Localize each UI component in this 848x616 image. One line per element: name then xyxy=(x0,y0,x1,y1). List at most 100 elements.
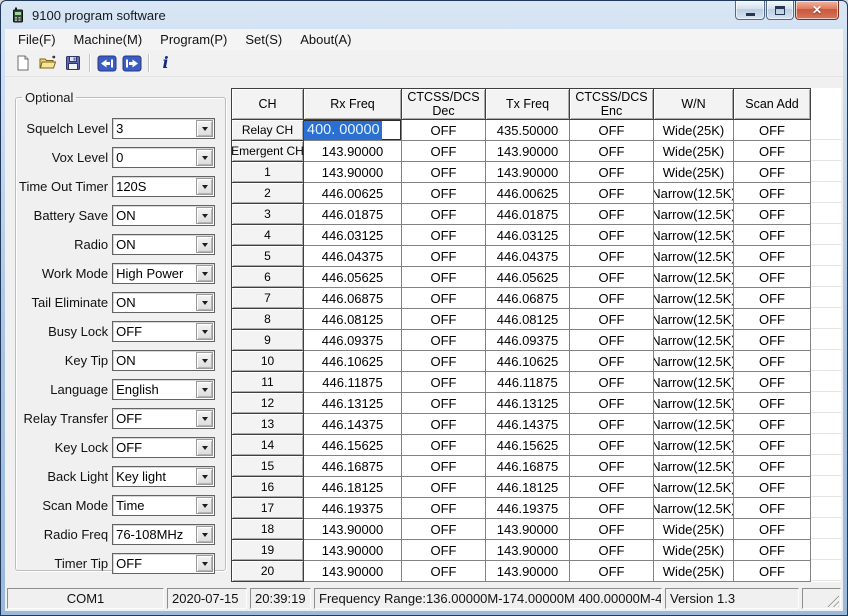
cell-wn[interactable]: Wide(25K) xyxy=(654,540,734,561)
row-header-15[interactable]: 15 xyxy=(232,456,304,477)
cell-scan[interactable]: OFF xyxy=(734,519,811,540)
combo-work-mode[interactable]: High Power xyxy=(112,263,215,284)
menu-item-machine-m[interactable]: Machine(M) xyxy=(65,30,152,49)
cell-dec[interactable]: OFF xyxy=(402,225,486,246)
cell-dec[interactable]: OFF xyxy=(402,246,486,267)
cell-wn[interactable]: Narrow(12.5K) xyxy=(654,414,734,435)
combo-back-light[interactable]: Key light xyxy=(112,466,215,487)
row-header-11[interactable]: 11 xyxy=(232,372,304,393)
cell-tx[interactable]: 446.13125 xyxy=(486,393,570,414)
cell-tx[interactable]: 446.05625 xyxy=(486,267,570,288)
new-file-button[interactable] xyxy=(10,52,35,75)
cell-tx[interactable]: 143.90000 xyxy=(486,561,570,582)
cell-wn[interactable]: Narrow(12.5K) xyxy=(654,246,734,267)
cell-rx[interactable]: 446.04375 xyxy=(304,246,402,267)
dropdown-arrow-icon[interactable] xyxy=(196,149,213,166)
menu-item-set-s[interactable]: Set(S) xyxy=(236,30,291,49)
title-bar[interactable]: 9100 program software ✕ xyxy=(1,1,847,29)
cell-enc[interactable]: OFF xyxy=(570,267,654,288)
dropdown-arrow-icon[interactable] xyxy=(196,265,213,282)
combo-scan-mode[interactable]: Time xyxy=(112,495,215,516)
cell-wn[interactable]: Narrow(12.5K) xyxy=(654,351,734,372)
cell-scan[interactable]: OFF xyxy=(734,351,811,372)
cell-wn[interactable]: Narrow(12.5K) xyxy=(654,309,734,330)
row-header-14[interactable]: 14 xyxy=(232,435,304,456)
cell-wn[interactable]: Narrow(12.5K) xyxy=(654,393,734,414)
row-header-19[interactable]: 19 xyxy=(232,540,304,561)
row-header-relay-ch[interactable]: Relay CH xyxy=(232,120,304,141)
cell-rx[interactable]: 400. 00000 xyxy=(304,120,402,141)
cell-rx[interactable]: 446.16875 xyxy=(304,456,402,477)
cell-rx[interactable]: 446.14375 xyxy=(304,414,402,435)
cell-tx[interactable]: 446.15625 xyxy=(486,435,570,456)
close-button[interactable]: ✕ xyxy=(795,1,839,20)
row-header-18[interactable]: 18 xyxy=(232,519,304,540)
cell-rx[interactable]: 143.90000 xyxy=(304,519,402,540)
cell-wn[interactable]: Narrow(12.5K) xyxy=(654,498,734,519)
cell-rx[interactable]: 446.08125 xyxy=(304,309,402,330)
cell-enc[interactable]: OFF xyxy=(570,393,654,414)
cell-scan[interactable]: OFF xyxy=(734,246,811,267)
cell-dec[interactable]: OFF xyxy=(402,120,486,141)
cell-tx[interactable]: 446.10625 xyxy=(486,351,570,372)
combo-timer-tip[interactable]: OFF xyxy=(112,553,215,574)
dropdown-arrow-icon[interactable] xyxy=(196,236,213,253)
cell-enc[interactable]: OFF xyxy=(570,330,654,351)
cell-scan[interactable]: OFF xyxy=(734,267,811,288)
combo-battery-save[interactable]: ON xyxy=(112,205,215,226)
cell-tx[interactable]: 446.16875 xyxy=(486,456,570,477)
row-header-16[interactable]: 16 xyxy=(232,477,304,498)
cell-scan[interactable]: OFF xyxy=(734,183,811,204)
cell-enc[interactable]: OFF xyxy=(570,456,654,477)
cell-dec[interactable]: OFF xyxy=(402,456,486,477)
cell-rx[interactable]: 446.06875 xyxy=(304,288,402,309)
cell-tx[interactable]: 446.09375 xyxy=(486,330,570,351)
cell-rx[interactable]: 143.90000 xyxy=(304,561,402,582)
cell-dec[interactable]: OFF xyxy=(402,330,486,351)
cell-dec[interactable]: OFF xyxy=(402,351,486,372)
cell-rx[interactable]: 143.90000 xyxy=(304,141,402,162)
cell-dec[interactable]: OFF xyxy=(402,498,486,519)
cell-scan[interactable]: OFF xyxy=(734,561,811,582)
cell-wn[interactable]: Wide(25K) xyxy=(654,519,734,540)
cell-rx[interactable]: 446.10625 xyxy=(304,351,402,372)
cell-rx[interactable]: 446.13125 xyxy=(304,393,402,414)
cell-tx[interactable]: 446.19375 xyxy=(486,498,570,519)
cell-wn[interactable]: Narrow(12.5K) xyxy=(654,435,734,456)
combo-time-out-timer[interactable]: 120S xyxy=(112,176,215,197)
cell-rx[interactable]: 446.09375 xyxy=(304,330,402,351)
cell-tx[interactable]: 446.01875 xyxy=(486,204,570,225)
cell-enc[interactable]: OFF xyxy=(570,351,654,372)
maximize-button[interactable] xyxy=(766,1,794,20)
cell-scan[interactable]: OFF xyxy=(734,456,811,477)
cell-rx[interactable]: 446.00625 xyxy=(304,183,402,204)
cell-tx[interactable]: 446.18125 xyxy=(486,477,570,498)
cell-scan[interactable]: OFF xyxy=(734,225,811,246)
dropdown-arrow-icon[interactable] xyxy=(196,497,213,514)
cell-enc[interactable]: OFF xyxy=(570,246,654,267)
cell-wn[interactable]: Narrow(12.5K) xyxy=(654,477,734,498)
cell-tx[interactable]: 143.90000 xyxy=(486,162,570,183)
cell-wn[interactable]: Narrow(12.5K) xyxy=(654,183,734,204)
dropdown-arrow-icon[interactable] xyxy=(196,352,213,369)
cell-wn[interactable]: Narrow(12.5K) xyxy=(654,330,734,351)
cell-rx[interactable]: 446.18125 xyxy=(304,477,402,498)
cell-tx[interactable]: 446.14375 xyxy=(486,414,570,435)
cell-scan[interactable]: OFF xyxy=(734,540,811,561)
cell-tx[interactable]: 446.06875 xyxy=(486,288,570,309)
menu-item-program-p[interactable]: Program(P) xyxy=(151,30,236,49)
cell-dec[interactable]: OFF xyxy=(402,561,486,582)
cell-dec[interactable]: OFF xyxy=(402,519,486,540)
dropdown-arrow-icon[interactable] xyxy=(196,526,213,543)
dropdown-arrow-icon[interactable] xyxy=(196,555,213,572)
cell-rx[interactable]: 446.15625 xyxy=(304,435,402,456)
cell-enc[interactable]: OFF xyxy=(570,204,654,225)
dropdown-arrow-icon[interactable] xyxy=(196,323,213,340)
cell-scan[interactable]: OFF xyxy=(734,309,811,330)
dropdown-arrow-icon[interactable] xyxy=(196,439,213,456)
save-button[interactable] xyxy=(60,52,85,75)
combo-radio-freq[interactable]: 76-108MHz xyxy=(112,524,215,545)
row-header-17[interactable]: 17 xyxy=(232,498,304,519)
row-header-2[interactable]: 2 xyxy=(232,183,304,204)
cell-dec[interactable]: OFF xyxy=(402,141,486,162)
